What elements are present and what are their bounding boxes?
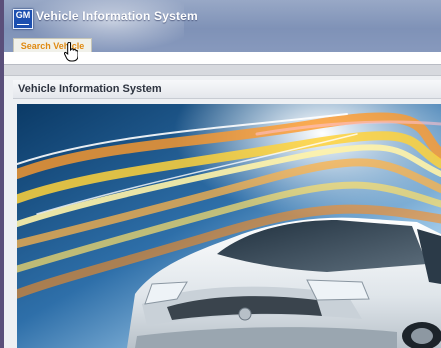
search-vehicle-tab[interactable]: Search Vehicle: [13, 38, 92, 53]
gm-logo-icon: GM: [13, 9, 33, 29]
toolbar-divider: [4, 65, 441, 76]
content-header: Vehicle Information System: [13, 80, 441, 99]
logo-text: GM: [15, 10, 31, 20]
app-title: Vehicle Information System: [36, 9, 198, 23]
hand-pointer-icon: [64, 42, 78, 62]
application-window: GM Vehicle Information System Search Veh…: [4, 0, 441, 348]
hero-image: [17, 104, 441, 348]
content-title: Vehicle Information System: [18, 83, 162, 95]
